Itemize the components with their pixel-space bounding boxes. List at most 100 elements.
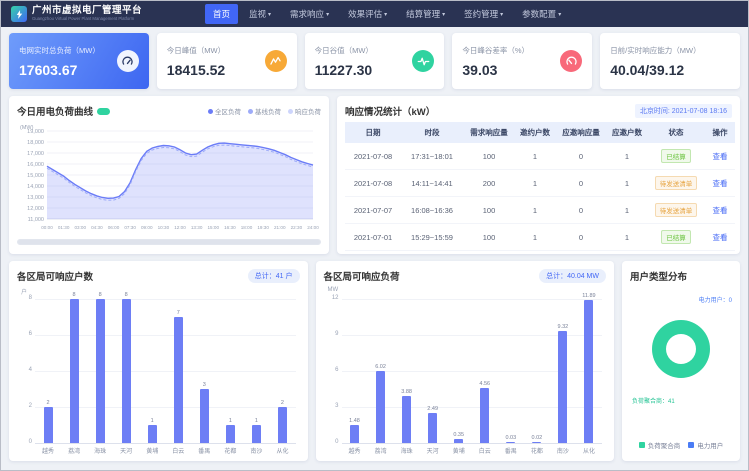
bar-column: 3.88海珠 (394, 287, 420, 455)
legend-dot (208, 109, 213, 114)
y-axis-label: MW (328, 287, 339, 293)
svg-text:22:30: 22:30 (291, 225, 303, 230)
bar (278, 407, 287, 443)
view-link[interactable]: 查看 (713, 233, 728, 242)
svg-text:19,000: 19,000 (27, 129, 44, 135)
bar (376, 371, 385, 443)
bar-column: 1.48越秀 (342, 287, 368, 455)
middle-row: 今日用电负荷曲线 全区负荷 基线负荷 响应负荷 (MW)19,00018,000… (9, 96, 740, 254)
nav-item-parameters[interactable]: 参数配置▾ (514, 4, 569, 24)
legend-item-response-load[interactable]: 响应负荷 (288, 106, 321, 116)
bar-value-label: 2 (281, 400, 284, 406)
load-curve-card: 今日用电负荷曲线 全区负荷 基线负荷 响应负荷 (MW)19,00018,000… (9, 96, 329, 254)
bar-value-label: 1 (229, 418, 232, 424)
load-curve-plot: (MW)19,00018,00017,00016,00015,00014,000… (17, 122, 321, 237)
main-nav: 首页 监视▾ 需求响应▾ 效果评估▾ 结算管理▾ 签约管理▾ 参数配置▾ (205, 4, 738, 24)
donut-ring (652, 320, 710, 378)
load-bar-chart: MW1296301.48越秀6.02荔湾3.88海珠2.49天河0.35黄埔4.… (324, 287, 607, 455)
bar-column: 2越秀 (35, 287, 61, 455)
bar-value-label: 3 (203, 382, 206, 388)
chart-zoom-scrollbar[interactable] (17, 239, 321, 245)
x-axis-category: 黄埔 (146, 443, 158, 455)
svg-text:16:30: 16:30 (224, 225, 236, 230)
nav-item-demand-response[interactable]: 需求响应▾ (282, 4, 337, 24)
bar-value-label: 1 (255, 418, 258, 424)
bar-column: 8 海珠 (87, 287, 113, 455)
peak-icon (265, 50, 287, 72)
view-link[interactable]: 查看 (713, 206, 728, 215)
x-axis-category: 从化 (276, 443, 288, 455)
bar-column: 6.02荔湾 (368, 287, 394, 455)
bar-value-label: 8 (99, 292, 102, 298)
status-badge: 待发送清单 (655, 203, 698, 217)
x-axis-category: 荔湾 (375, 443, 387, 455)
x-axis-category: 白云 (479, 443, 491, 455)
district-households-card: 各区局可响应户数 总计：41 户 户864202越秀8荔湾8海珠8天河1黄埔7白… (9, 261, 308, 461)
view-link[interactable]: 查看 (713, 152, 728, 161)
legend-item-power-user[interactable]: 电力用户 (688, 440, 723, 450)
gauge-icon (117, 50, 139, 72)
svg-text:14,000: 14,000 (27, 184, 44, 190)
column-header: 应邀户数 (607, 122, 647, 143)
nav-item-home[interactable]: 首页 (205, 4, 238, 24)
svg-text:21:00: 21:00 (274, 225, 286, 230)
title-tag (97, 108, 110, 115)
user-type-card: 用户类型分布 电力用户：0 负荷聚合商：41 负荷聚合商 电力用户 (622, 261, 740, 461)
legend-item-baseline-load[interactable]: 基线负荷 (248, 106, 281, 116)
load-chart-title: 各区局可响应负荷 (324, 269, 400, 283)
app-title: 广州市虚拟电厂管理平台 (32, 6, 152, 16)
column-header: 应邀响应量 (555, 122, 607, 143)
user-type-title: 用户类型分布 (630, 269, 687, 283)
bottom-row: 各区局可响应户数 总计：41 户 户864202越秀8荔湾8海珠8天河1黄埔7白… (9, 261, 740, 461)
bar-column: 0.02花都 (524, 287, 550, 455)
legend-item-aggregator[interactable]: 负荷聚合商 (639, 440, 681, 450)
nav-item-effect-evaluation[interactable]: 效果评估▾ (340, 4, 395, 24)
table-row: 2021-07-0817:31~18:01100101已结算查看 (345, 143, 735, 170)
kpi-label: 日前/实时响应能力（MW） (610, 45, 700, 56)
legend-item-total-load[interactable]: 全区负荷 (208, 106, 241, 116)
bar-column: 1南沙 (243, 287, 269, 455)
bar-value-label: 8 (125, 292, 128, 298)
kpi-today-valley: 今日谷值（MW） 11227.30 (305, 33, 445, 89)
x-axis-category: 天河 (427, 443, 439, 455)
bar (584, 300, 593, 443)
table-row: 2021-07-0814:11~14:41200101待发送清单查看 (345, 170, 735, 197)
svg-text:24:00: 24:00 (307, 225, 319, 230)
nav-item-monitor[interactable]: 监视▾ (241, 4, 279, 24)
svg-text:01:30: 01:30 (58, 225, 70, 230)
valley-icon (412, 50, 434, 72)
x-axis-category: 海珠 (401, 443, 413, 455)
column-header: 状态 (647, 122, 705, 143)
response-table-header: 日期时段需求响应量邀约户数应邀响应量应邀户数状态操作 (345, 122, 735, 143)
nav-item-contract[interactable]: 签约管理▾ (456, 4, 511, 24)
view-link[interactable]: 查看 (713, 179, 728, 188)
bar-column: 0.03番禺 (498, 287, 524, 455)
legend-dot (248, 109, 253, 114)
bar-column: 0.35黄埔 (446, 287, 472, 455)
scrollbar-handle[interactable] (18, 240, 320, 244)
nav-item-settlement[interactable]: 结算管理▾ (398, 4, 453, 24)
kpi-label: 今日峰值（MW） (167, 45, 225, 56)
bar (402, 396, 411, 443)
svg-text:15,000: 15,000 (27, 173, 44, 179)
kpi-label: 今日峰谷差率（%） (462, 45, 529, 56)
kpi-value: 39.03 (462, 62, 529, 78)
bar-value-label: 0.02 (531, 435, 542, 441)
load-curve-legend: 全区负荷 基线负荷 响应负荷 (208, 106, 321, 116)
table-row: 2021-07-0115:29~15:59100101已结算查看 (345, 224, 735, 251)
bar (350, 425, 359, 443)
x-axis-category: 荔湾 (68, 443, 80, 455)
x-axis-category: 海珠 (94, 443, 106, 455)
brand: 广州市虚拟电厂管理平台 Guangzhou Virtual Power Plan… (11, 6, 189, 23)
x-axis-category: 越秀 (349, 443, 361, 455)
app-root: 广州市虚拟电厂管理平台 Guangzhou Virtual Power Plan… (1, 1, 748, 467)
bar-value-label: 0.03 (505, 435, 516, 441)
legend-swatch (639, 442, 645, 448)
bar-value-label: 8 (73, 292, 76, 298)
bar-column: 7白云 (165, 287, 191, 455)
svg-text:12,000: 12,000 (27, 206, 44, 212)
bar (558, 331, 567, 443)
response-table-title: 响应情况统计（kW） (345, 104, 435, 118)
load-curve-title: 今日用电负荷曲线 (17, 104, 93, 118)
x-axis-category: 白云 (172, 443, 184, 455)
